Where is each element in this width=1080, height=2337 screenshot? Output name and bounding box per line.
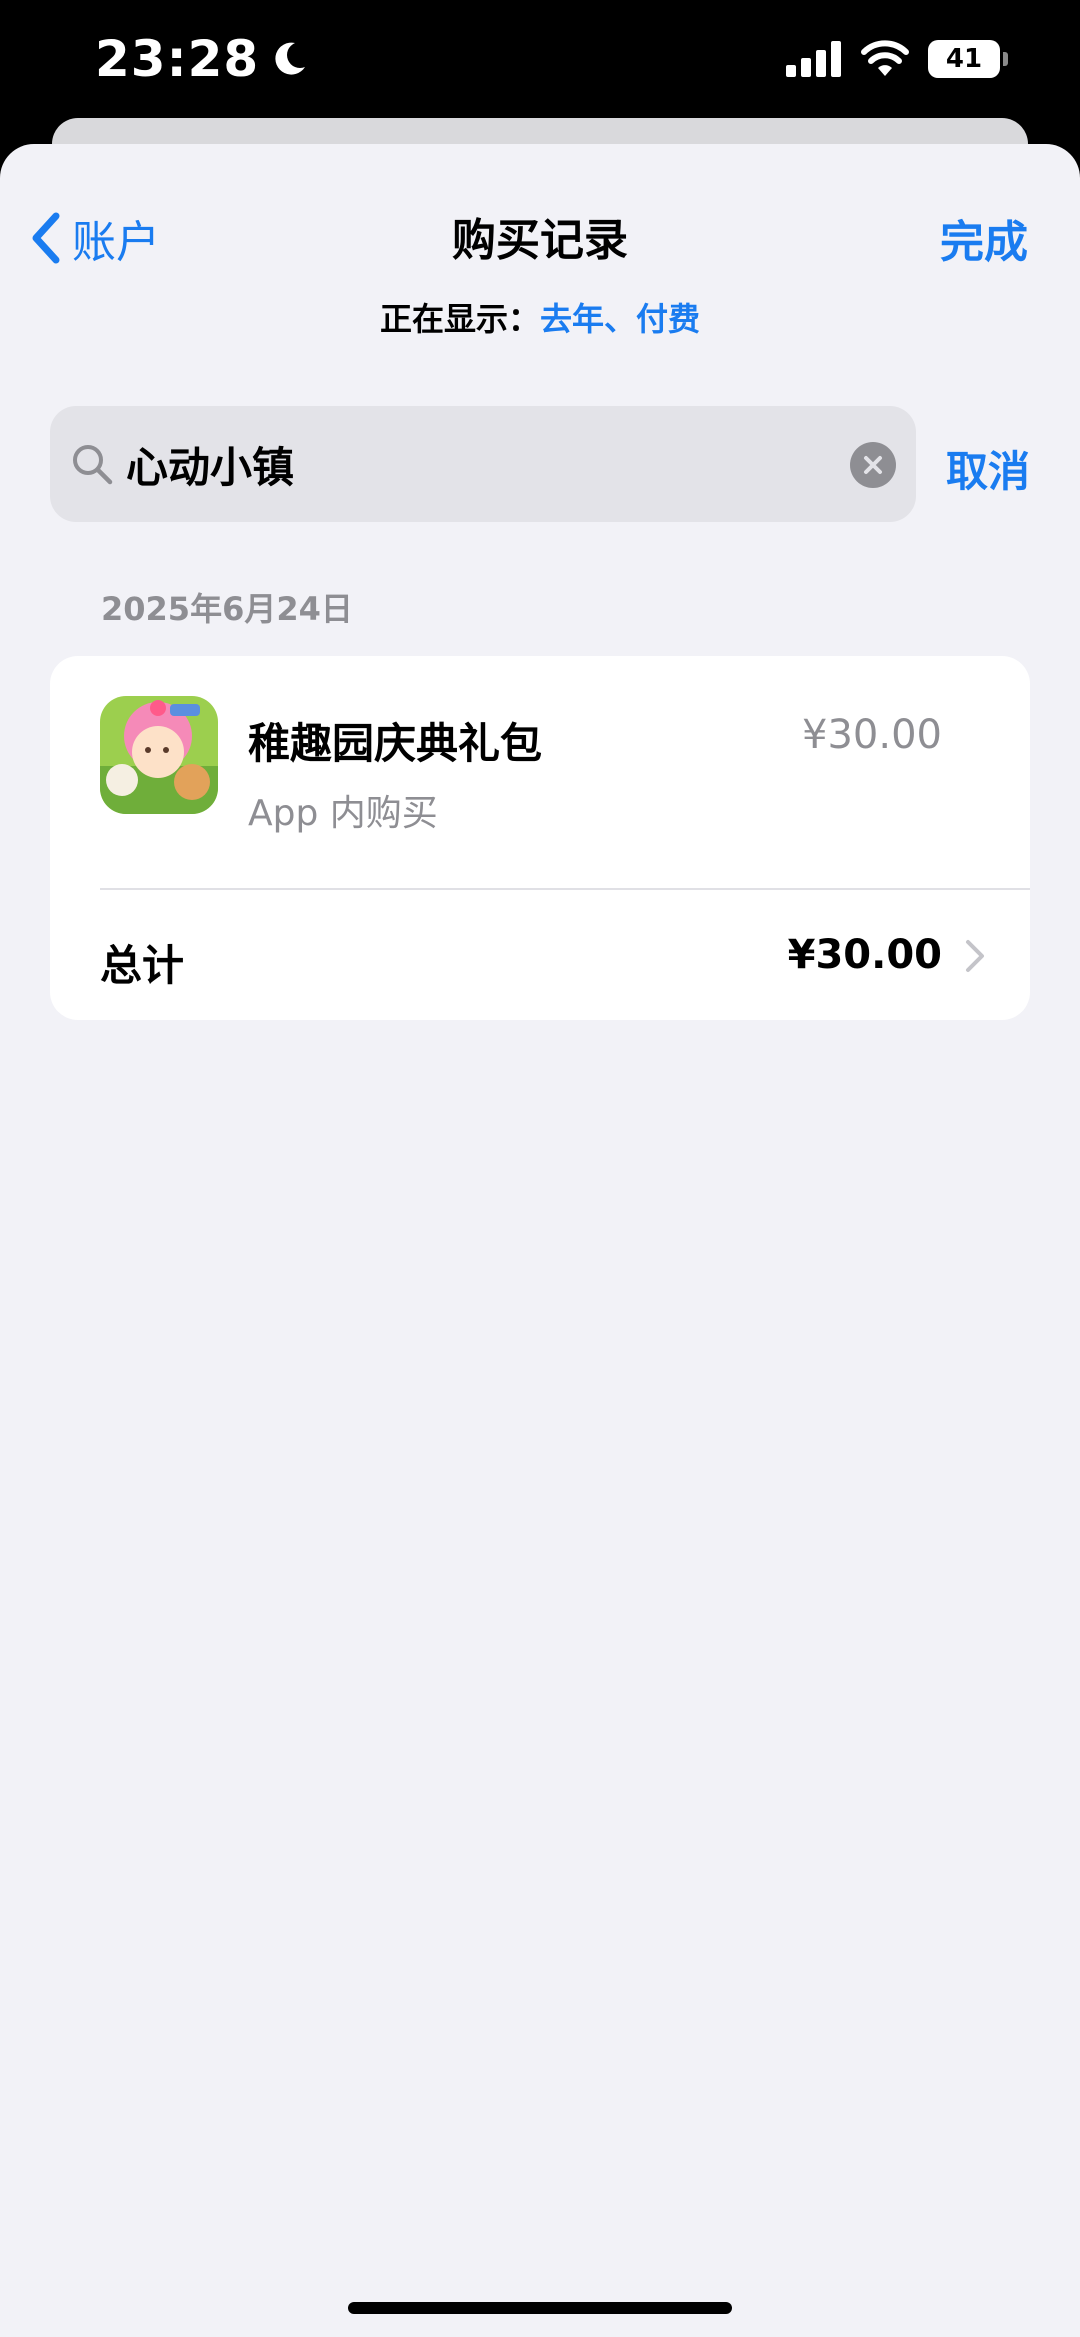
navigation-bar: 账户 购买记录 完成 <box>0 184 1080 284</box>
filter-summary: 正在显示：去年、付费 <box>0 294 1080 340</box>
total-row[interactable]: 总计 ¥30.00 <box>50 890 1030 1020</box>
cellular-signal-icon <box>786 41 841 77</box>
wifi-icon <box>861 40 909 76</box>
chevron-right-icon <box>966 940 984 972</box>
search-input[interactable] <box>126 406 826 522</box>
item-price: ¥30.00 <box>802 712 942 758</box>
item-type: App 内购买 <box>248 793 438 834</box>
purchase-history-sheet: 账户 购买记录 完成 正在显示：去年、付费 取消 2025年6月24日 <box>0 144 1080 2337</box>
total-label: 总计 <box>100 941 185 990</box>
search-row: 取消 <box>50 406 1030 522</box>
moon-icon <box>275 42 306 75</box>
close-icon <box>864 456 882 474</box>
status-icons: 41 <box>786 40 1008 78</box>
home-indicator[interactable] <box>348 2302 732 2314</box>
status-bar: 23:28 41 <box>0 0 1080 130</box>
status-time: 23:28 <box>95 30 260 88</box>
item-title: 稚趣园庆典礼包 <box>248 719 543 768</box>
filter-label: 正在显示： <box>379 300 540 338</box>
purchase-item-row[interactable]: 稚趣园庆典礼包 App 内购买 ¥30.00 <box>50 656 1030 888</box>
purchase-card: 稚趣园庆典礼包 App 内购买 ¥30.00 总计 ¥30.00 <box>50 656 1030 1020</box>
cancel-button[interactable]: 取消 <box>946 438 1030 499</box>
done-button[interactable]: 完成 <box>940 206 1028 270</box>
page-title: 购买记录 <box>452 215 628 266</box>
battery-level: 41 <box>945 44 983 74</box>
filter-value-link[interactable]: 去年、付费 <box>540 300 700 338</box>
status-time-group: 23:28 <box>95 30 309 88</box>
search-field[interactable] <box>50 406 916 522</box>
app-artwork-icon <box>100 696 218 814</box>
battery-icon: 41 <box>928 40 1008 78</box>
section-date-header: 2025年6月24日 <box>101 590 353 628</box>
total-price: ¥30.00 <box>787 932 942 978</box>
app-icon <box>100 696 218 814</box>
clear-search-button[interactable] <box>850 442 896 488</box>
search-icon <box>73 445 113 485</box>
